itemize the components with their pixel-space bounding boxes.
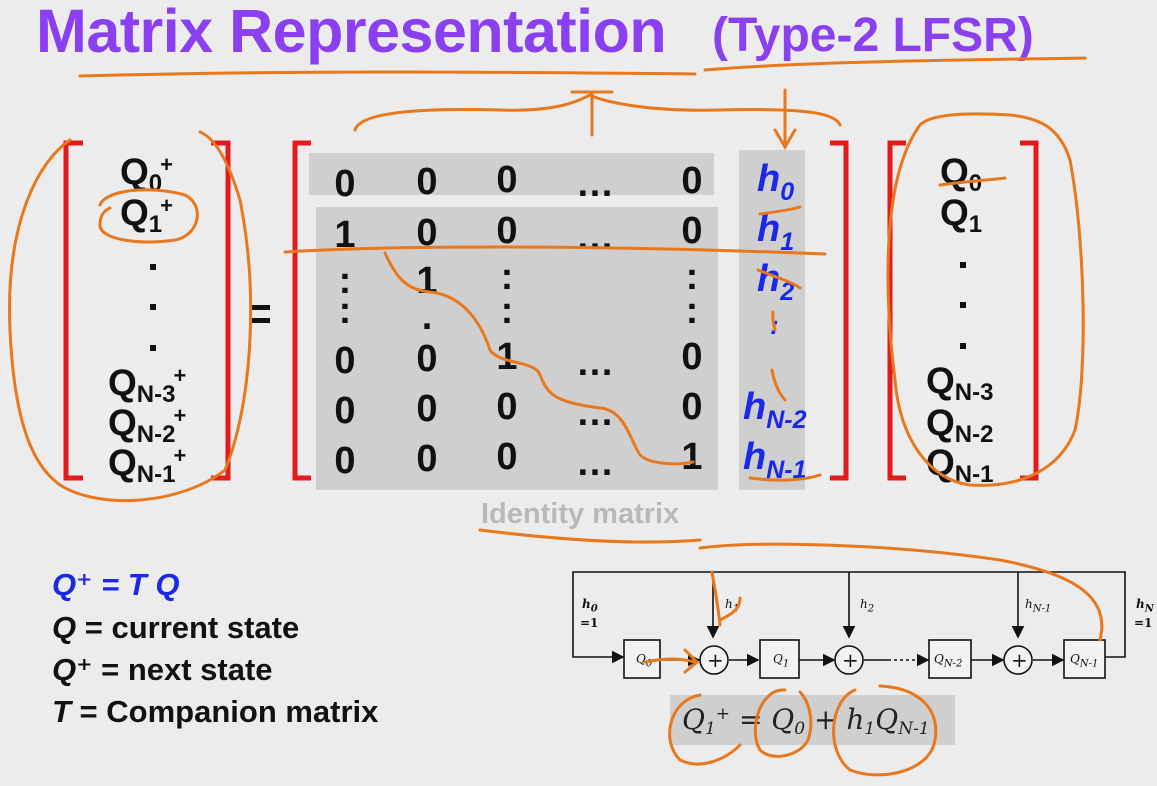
tap-label: h2: [860, 597, 875, 615]
h0-label: h0: [582, 597, 598, 615]
h0-value: =1: [580, 616, 599, 630]
hN-label: hN: [1136, 597, 1154, 615]
xor-symbol: +: [842, 648, 859, 672]
tap-label: h1: [725, 597, 740, 615]
update-equation: Q1+ = Q0 + h1QN-1: [682, 703, 930, 739]
register-label: QN-2: [934, 652, 963, 670]
register-label: Q1: [773, 652, 790, 670]
xor-symbol: +: [1011, 648, 1028, 672]
tap-label: hN-1: [1025, 597, 1052, 615]
register-label: QN-1: [1070, 652, 1099, 670]
register-label: Q0: [636, 652, 653, 670]
xor-symbol: +: [707, 648, 724, 672]
hN-value: =1: [1134, 616, 1153, 630]
lfsr-circuit: [572, 571, 1126, 679]
